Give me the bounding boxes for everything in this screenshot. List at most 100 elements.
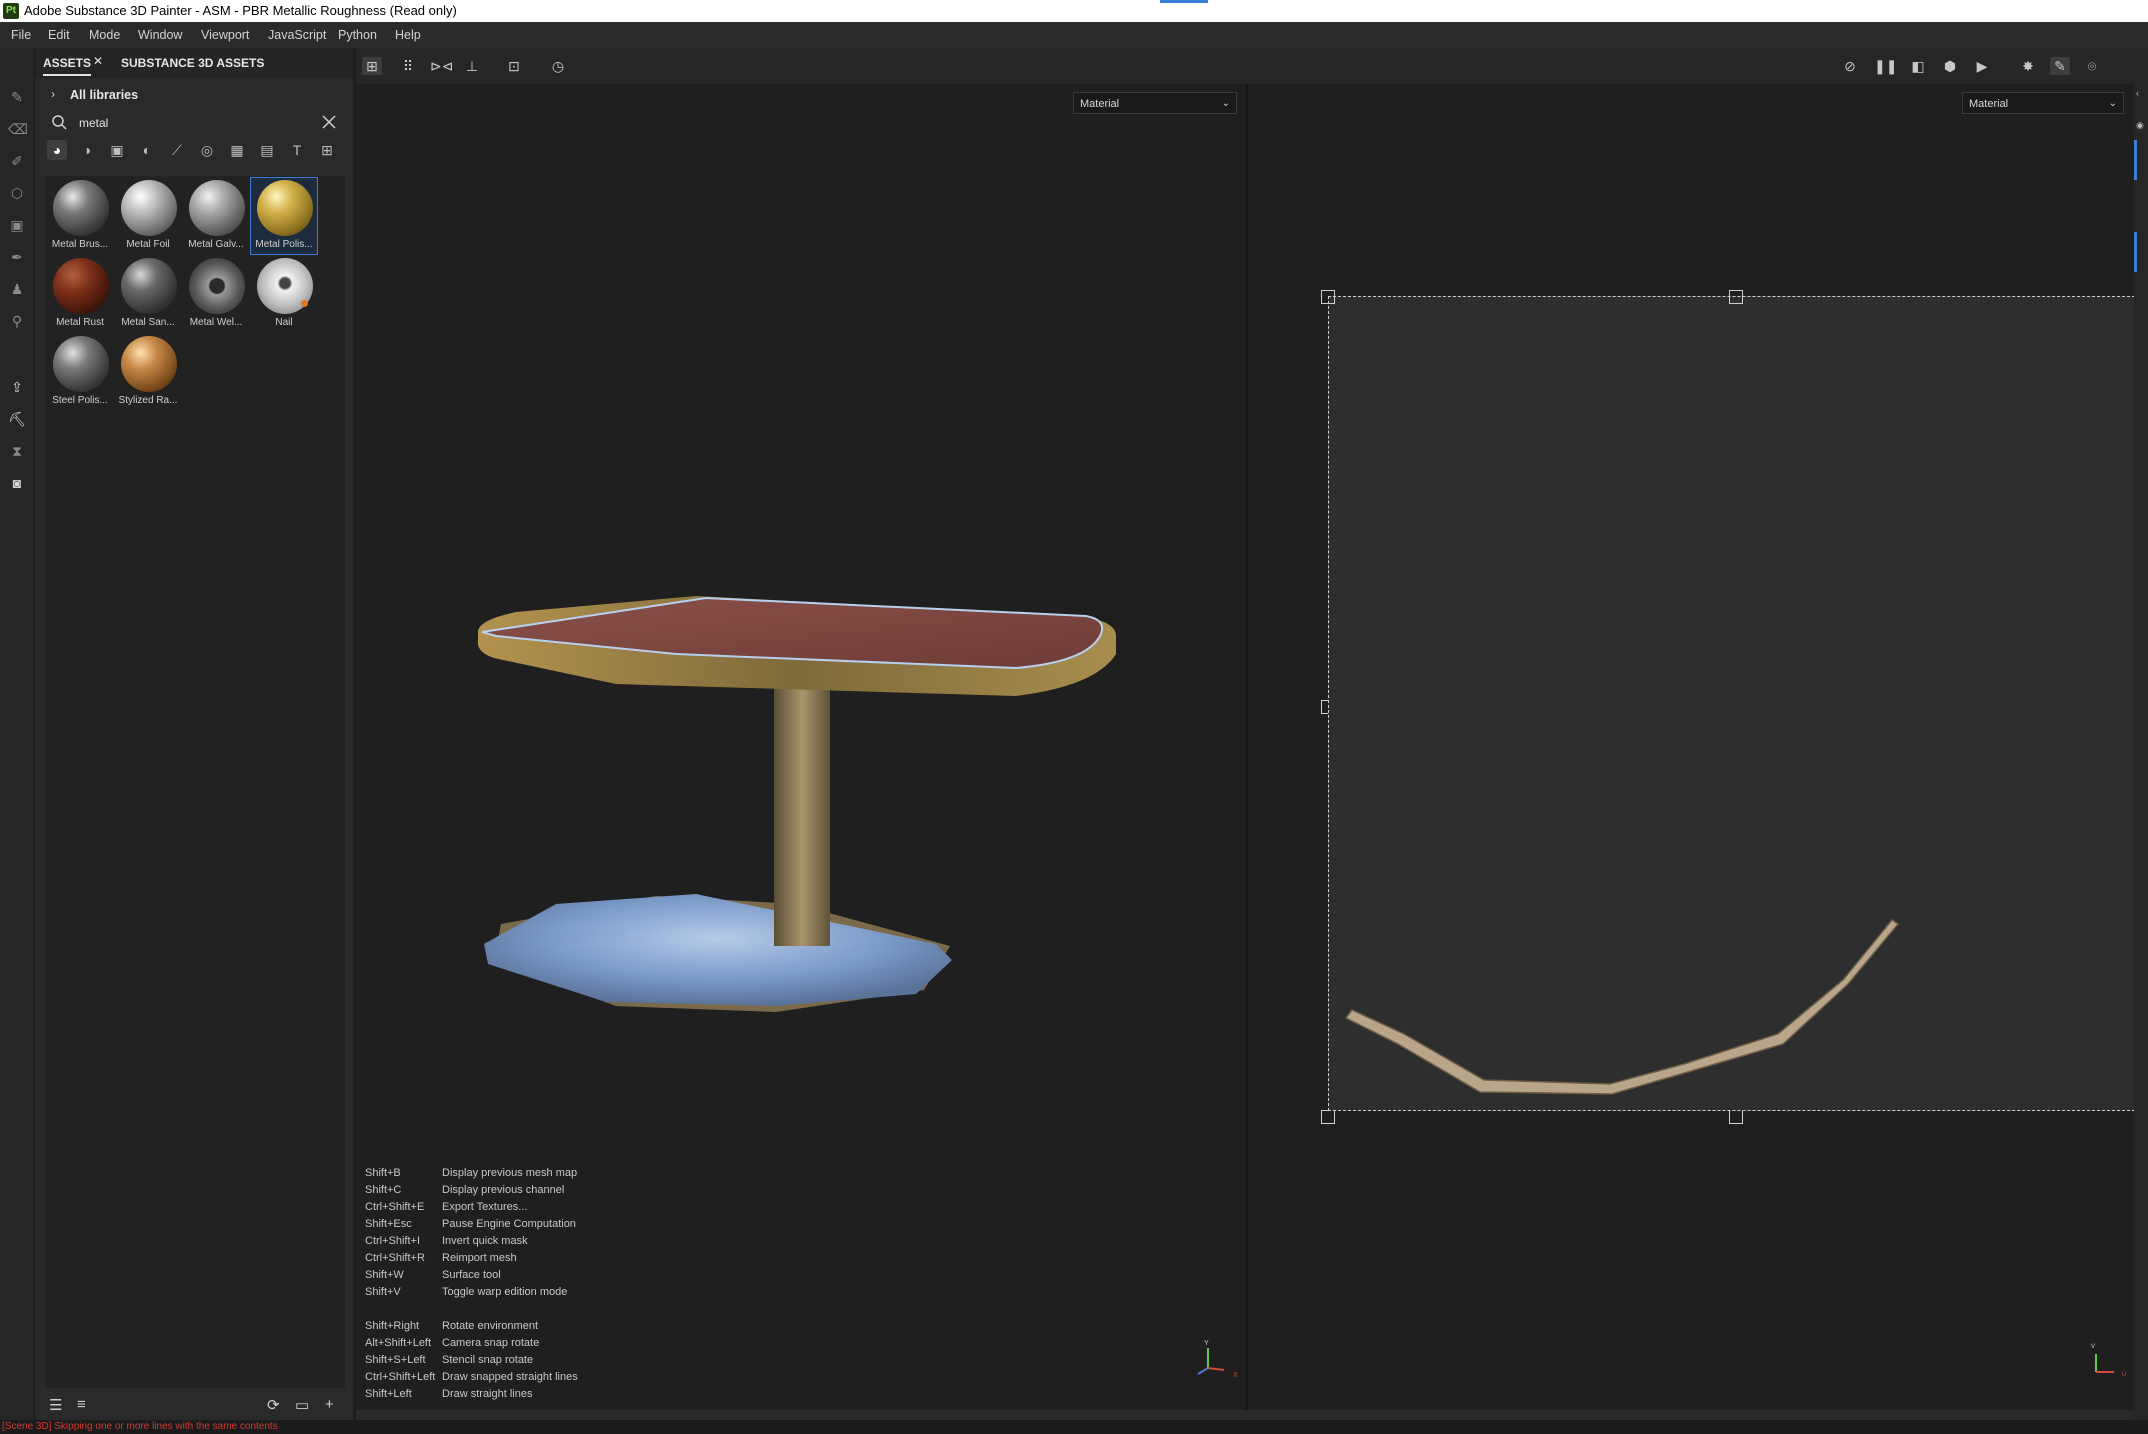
- shortcut-action: Export Textures...: [442, 1201, 528, 1213]
- search-icon: [52, 115, 67, 130]
- shortcut-action: Display previous channel: [442, 1184, 565, 1196]
- asset-thumbnail: [53, 180, 109, 236]
- paint-mode-icon[interactable]: ✎: [2050, 57, 2070, 75]
- text-icon[interactable]: T: [287, 140, 307, 160]
- asset-tile[interactable]: Steel Polis...: [47, 334, 113, 410]
- asset-tile[interactable]: Metal Wel...: [183, 256, 249, 332]
- clear-search-icon[interactable]: [321, 114, 337, 130]
- shortcut-action: Draw straight lines: [442, 1388, 533, 1400]
- viewport-2d[interactable]: Material ⌄ V U: [1248, 84, 2135, 1410]
- asset-tile[interactable]: Nail: [251, 256, 317, 332]
- asset-tile[interactable]: Metal Rust: [47, 256, 113, 332]
- shortcut-action: Reimport mesh: [442, 1252, 517, 1264]
- particles-icon[interactable]: ◎: [197, 140, 217, 160]
- uv-island: [1344, 918, 1900, 1095]
- clone-icon[interactable]: ♟: [8, 280, 26, 298]
- viewport-3d[interactable]: Material ⌄ Shift+B Display previous mesh…: [356, 84, 1246, 1410]
- eraser-icon[interactable]: ⌫: [8, 120, 28, 138]
- details-view-icon[interactable]: ≡: [77, 1396, 86, 1413]
- refresh-icon[interactable]: ⟳: [267, 1396, 280, 1414]
- hide-icon[interactable]: ⊘: [1840, 57, 1860, 75]
- screenshot-camera-icon[interactable]: ⌾: [2082, 57, 2102, 75]
- alphas-icon[interactable]: ▦: [227, 140, 247, 160]
- asset-tile[interactable]: Stylized Ra...: [115, 334, 181, 410]
- color-picker-icon[interactable]: ⚲: [8, 312, 26, 330]
- camera-video-icon[interactable]: ▶: [1972, 57, 1992, 75]
- masks-icon[interactable]: ▣: [107, 140, 127, 160]
- add-icon[interactable]: +: [325, 1396, 334, 1413]
- dock-tab-icon[interactable]: ◉: [2136, 120, 2146, 130]
- filters-icon[interactable]: ◐: [137, 140, 157, 160]
- shortcut-key: Shift+C: [365, 1184, 402, 1196]
- asset-tile[interactable]: Metal Galv...: [183, 178, 249, 254]
- title-accent: [1160, 0, 1208, 3]
- shortcut-action: Surface tool: [442, 1269, 501, 1281]
- asset-tile[interactable]: Metal Brus...: [47, 178, 113, 254]
- screenshot-icon[interactable]: ◙: [8, 474, 26, 492]
- brushes-icon[interactable]: ⟋: [167, 140, 187, 160]
- dock-tab-icon[interactable]: ‹: [2136, 88, 2146, 98]
- tab-assets[interactable]: ASSETS: [43, 56, 92, 76]
- shortcut-action: Rotate environment: [442, 1320, 538, 1332]
- shortcut-key: Alt+Shift+Left: [365, 1337, 432, 1349]
- pause-icon[interactable]: ❚❚: [1874, 57, 1897, 75]
- search-input[interactable]: metal: [79, 116, 108, 130]
- asset-thumbnail: [53, 258, 109, 314]
- environments-icon[interactable]: ▤: [257, 140, 277, 160]
- asset-label: Metal Brus...: [51, 239, 109, 250]
- menu-python[interactable]: Python: [338, 28, 377, 42]
- polygon-fill-icon[interactable]: ▣: [8, 216, 26, 234]
- single-view-icon[interactable]: ⊞: [362, 57, 382, 75]
- projection-icon[interactable]: ✐: [8, 152, 26, 170]
- smudge-icon[interactable]: ✒: [8, 248, 26, 266]
- close-icon[interactable]: ✕: [93, 54, 103, 68]
- smart-materials-icon[interactable]: ◑: [77, 140, 97, 160]
- window-title: Adobe Substance 3D Painter - ASM - PBR M…: [24, 3, 457, 18]
- history-icon[interactable]: ◷: [548, 57, 568, 75]
- menu-viewport[interactable]: Viewport: [201, 28, 249, 42]
- list-view-icon[interactable]: ☰: [49, 1396, 62, 1414]
- asset-tile-selected[interactable]: Metal Polis...: [250, 177, 318, 255]
- split-icon[interactable]: ⊥: [462, 57, 482, 75]
- cube-icon[interactable]: ⬢: [1940, 57, 1960, 75]
- viewport-scrollbar[interactable]: [356, 1410, 2134, 1420]
- asset-thumbnail: [53, 336, 109, 392]
- breadcrumb[interactable]: All libraries: [70, 88, 138, 102]
- export-icon[interactable]: ⇪: [8, 378, 26, 396]
- menu-bar: File Edit Mode Window Viewport JavaScrip…: [0, 22, 2148, 48]
- folder-icon[interactable]: ▭: [295, 1396, 309, 1414]
- view-mode-icon[interactable]: ◧: [1908, 57, 1928, 75]
- shortcut-action: Invert quick mask: [442, 1235, 528, 1247]
- menu-mode[interactable]: Mode: [89, 28, 120, 42]
- asset-tile[interactable]: Metal Foil: [115, 178, 181, 254]
- menu-edit[interactable]: Edit: [48, 28, 70, 42]
- tab-substance-3d-assets[interactable]: SUBSTANCE 3D ASSETS: [121, 56, 264, 70]
- asset-label: Stylized Ra...: [118, 395, 178, 406]
- assets-panel: ASSETS ✕ SUBSTANCE 3D ASSETS › All libra…: [35, 48, 353, 1420]
- menu-javascript[interactable]: JavaScript: [268, 28, 326, 42]
- shortcut-key: Shift+B: [365, 1167, 401, 1179]
- uv-axis-gizmo-icon: [2095, 1354, 2114, 1373]
- menu-window[interactable]: Window: [138, 28, 182, 42]
- menu-file[interactable]: File: [11, 28, 31, 42]
- asset-thumbnail: [121, 180, 177, 236]
- hourglass-icon[interactable]: ⧗: [8, 442, 26, 460]
- geometry-fill-icon[interactable]: ⬡: [8, 184, 26, 202]
- bake-icon[interactable]: ⛏: [8, 410, 26, 428]
- status-message: [Scene 3D] Skipping one or more lines wi…: [2, 1421, 278, 1432]
- lighting-icon[interactable]: ✸: [2018, 57, 2038, 75]
- asset-thumbnail: [189, 180, 245, 236]
- asset-thumbnail: [121, 258, 177, 314]
- tiling-icon[interactable]: ⠿: [398, 57, 418, 75]
- shortcut-action: Camera snap rotate: [442, 1337, 540, 1349]
- all-icon[interactable]: ⊞: [317, 140, 337, 160]
- fit-icon[interactable]: ⊡: [504, 57, 524, 75]
- materials-icon[interactable]: ◕: [47, 140, 67, 160]
- chevron-right-icon[interactable]: ›: [51, 87, 55, 101]
- axis-gizmo-icon: [1197, 1348, 1225, 1375]
- symmetry-icon[interactable]: ⊳⊲: [430, 57, 453, 75]
- asset-tile[interactable]: Metal San...: [115, 256, 181, 332]
- paint-brush-icon[interactable]: ✎: [8, 88, 26, 106]
- menu-help[interactable]: Help: [395, 28, 421, 42]
- asset-label: Nail: [275, 317, 293, 328]
